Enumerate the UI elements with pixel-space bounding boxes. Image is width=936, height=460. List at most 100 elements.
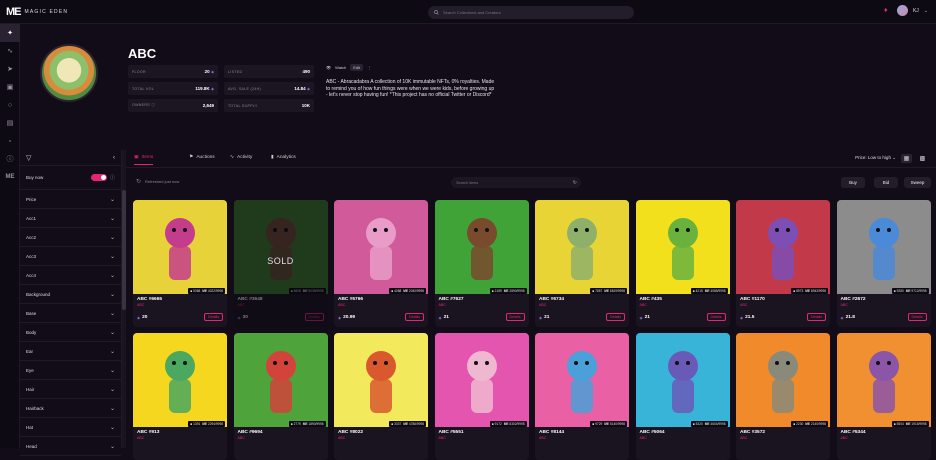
nft-image[interactable] xyxy=(434,200,529,294)
more-icon[interactable]: ⋮ xyxy=(367,65,371,70)
nft-image[interactable] xyxy=(334,333,428,427)
filter-acc1[interactable]: Acc1 ⌄ xyxy=(20,209,121,228)
buy-button[interactable]: Buy xyxy=(841,177,865,188)
nft-card[interactable]: ■ 4215 ME 4085/9998 ABC #435 ABC ◉ 21 Details xyxy=(635,200,730,327)
nft-image[interactable] xyxy=(736,200,830,294)
activity-icon[interactable]: ∿ xyxy=(0,42,20,60)
nft-image[interactable] xyxy=(836,333,931,427)
wallet-icon[interactable]: ▤ xyxy=(0,114,20,132)
filter-acc3[interactable]: Acc3 ⌄ xyxy=(20,247,121,266)
buy-now-toggle[interactable] xyxy=(90,174,107,181)
nft-image[interactable] xyxy=(133,200,227,294)
watch-icon[interactable]: 👁 xyxy=(326,65,331,70)
nft-image[interactable] xyxy=(535,200,629,294)
nft-card[interactable]: ■ 5504 ME 1915/9998 ABC #5344 ABC xyxy=(836,333,931,460)
filter-body[interactable]: Body ⌄ xyxy=(20,323,121,342)
details-button[interactable]: Details xyxy=(606,313,625,321)
nft-image[interactable] xyxy=(535,333,629,427)
refresh-icon[interactable]: ↻ xyxy=(573,180,577,186)
chevron-down-icon: ⌄ xyxy=(109,272,115,279)
nft-card[interactable]: ■ 5608ME 5035/9998ABC #3648ABC◉30Details… xyxy=(233,200,328,327)
tab-items[interactable]: ▣ Items xyxy=(134,155,154,165)
nft-card[interactable]: ■ 3337 ME 4786/9998 ABC #8022 ABC xyxy=(334,333,428,460)
stat-supply: TOTAL SUPPLY 10K xyxy=(224,99,314,112)
details-button[interactable]: Details xyxy=(807,313,826,321)
nft-figure-eye xyxy=(674,228,679,232)
filter-head[interactable]: Head ⌄ xyxy=(20,437,121,456)
nft-image[interactable] xyxy=(334,200,428,294)
nft-name: ABC #6766 xyxy=(338,297,364,302)
nft-image[interactable] xyxy=(233,333,328,427)
launchpad-icon[interactable]: ➤ xyxy=(0,60,20,78)
filter-hair[interactable]: Hair ⌄ xyxy=(20,380,121,399)
grid-large-icon[interactable]: ▦ xyxy=(901,154,912,163)
filter-icon[interactable]: ▽ xyxy=(26,154,31,162)
nft-card[interactable]: ■ 2779 ME 1890/9998 ABC #9694 ABC xyxy=(233,333,328,460)
creators-icon[interactable]: ○ xyxy=(0,96,20,114)
global-search-input[interactable]: Search Collections and Creators xyxy=(428,6,634,19)
avatar[interactable] xyxy=(896,5,908,16)
filter-acc2[interactable]: Acc2 ⌄ xyxy=(20,228,121,247)
details-button[interactable]: Details xyxy=(405,313,424,321)
bid-button[interactable]: Bid xyxy=(874,177,898,188)
nft-figure-body xyxy=(772,379,794,413)
nft-card[interactable]: ■ 9172 ME 8302/9998 ABC #5551 ABC xyxy=(434,333,529,460)
logo[interactable]: ME MAGIC EDEN xyxy=(6,6,68,18)
tab-activity[interactable]: ∿ Activity xyxy=(230,155,252,160)
sparkle-icon[interactable]: ✦ xyxy=(0,24,20,42)
nft-image[interactable] xyxy=(635,333,730,427)
items-search-input[interactable]: Search items ↻ xyxy=(451,177,581,188)
help-icon[interactable]: ⓘ xyxy=(0,150,20,168)
me-icon[interactable]: ME xyxy=(0,168,20,186)
nft-card[interactable]: ■ 2189 ME 2890/9998 ABC #7627 ABC ◉ 21 Details xyxy=(434,200,529,327)
logo-text: MAGIC EDEN xyxy=(24,9,69,15)
nft-card[interactable]: ■ 9280 ME 9712/9998 ABC #2672 ABC ◉ 21.8 Detai… xyxy=(836,200,931,327)
refresh-area[interactable]: ↻ Refreshed just now xyxy=(136,178,179,185)
nft-card[interactable]: ■ 5320 ME 4604/9998 ABC #5064 ABC xyxy=(635,333,730,460)
nft-collection: ABC xyxy=(137,303,145,307)
nft-card[interactable]: ■ 9729 ME 5140/9998 ABC #8144 ABC xyxy=(535,333,629,460)
gamepad-icon[interactable]: ▣ xyxy=(0,78,20,96)
filter-acc4[interactable]: Acc4 ⌄ xyxy=(20,266,121,285)
details-button[interactable]: Details xyxy=(204,313,223,321)
nft-name: ABC #7627 xyxy=(438,297,464,302)
filter-hat[interactable]: Hat ⌄ xyxy=(20,418,121,437)
nft-card[interactable]: ■ 8973 ME 8943/9998 ABC #1170 ABC ◉ 21.5 Detai… xyxy=(736,200,830,327)
filter-background[interactable]: Background ⌄ xyxy=(20,285,121,304)
filter-hairback[interactable]: Hairback ⌄ xyxy=(20,399,121,418)
nft-card[interactable]: ■ 5368 ME 4022/9998 ABC #6665 ABC ◉ 20 Details xyxy=(133,200,227,327)
nft-image[interactable] xyxy=(434,333,529,427)
filter-price[interactable]: Price ⌄ xyxy=(20,190,121,209)
edit-button[interactable]: Edit xyxy=(350,64,364,71)
sweep-button[interactable]: Sweep xyxy=(904,177,931,188)
stat-value: 490 xyxy=(302,69,310,74)
collapse-icon[interactable]: ‹ xyxy=(113,155,115,161)
nft-image[interactable] xyxy=(133,333,227,427)
details-button[interactable]: Details xyxy=(706,313,726,321)
filter-base[interactable]: Base ⌄ xyxy=(20,304,121,323)
watch-button[interactable]: Watch xyxy=(335,65,346,70)
tab-analytics[interactable]: ▮ Analytics xyxy=(271,155,296,160)
tab-auctions[interactable]: ⚑ Auctions xyxy=(189,155,215,160)
username[interactable]: KJ xyxy=(913,8,919,14)
nft-figure-body xyxy=(571,246,593,280)
details-button[interactable]: Details xyxy=(505,313,525,321)
bell-icon[interactable]: ♦ xyxy=(884,7,892,15)
nft-name: ABC #1170 xyxy=(740,297,765,302)
filter-ear[interactable]: Ear ⌄ xyxy=(20,342,121,361)
chevron-down-icon: ⌄ xyxy=(109,443,115,450)
nft-image[interactable] xyxy=(836,200,931,294)
nft-card[interactable]: ■ 1391 ME 2294/9998 ABC #913 ABC xyxy=(133,333,227,460)
nft-image[interactable] xyxy=(635,200,730,294)
nft-card[interactable]: ■ 2230 ME 2140/9998 ABC #3572 ABC xyxy=(736,333,830,460)
nft-figure-body xyxy=(872,379,895,413)
grid-small-icon[interactable]: ▩ xyxy=(917,154,928,163)
filter-eye[interactable]: Eye ⌄ xyxy=(20,361,121,380)
nft-card[interactable]: ■ 7857 ME 6819/9998 ABC #6734 ABC ◉ 21 Details xyxy=(535,200,629,327)
docs-icon[interactable]: ▫ xyxy=(0,132,20,150)
nft-image[interactable] xyxy=(736,333,830,427)
details-button[interactable]: Details xyxy=(907,313,927,321)
chevron-down-icon[interactable]: ⌄ xyxy=(924,8,928,14)
nft-card[interactable]: ■ 4088 ME 2040/9998 ABC #6766 ABC ◉ 20.99 Deta… xyxy=(334,200,428,327)
sort-select[interactable]: Price: Low to high ⌄ xyxy=(855,155,896,161)
